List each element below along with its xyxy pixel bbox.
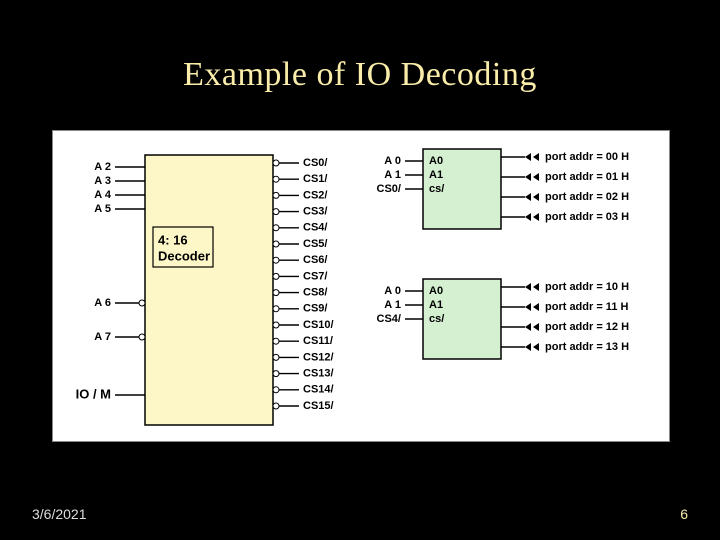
chip-upper-pins: A0 A1 cs/	[429, 155, 444, 195]
chip-input-label: CS4/	[377, 313, 401, 325]
chip-pin-label: cs/	[429, 183, 444, 195]
decoder-output-label: CS8/	[303, 287, 327, 299]
decoder-output-label: CS15/	[303, 400, 334, 412]
chip-pin-label: A0	[429, 155, 443, 167]
chip-lower-pins: A0 A1 cs/	[429, 285, 444, 325]
decoder-output-label: CS6/	[303, 254, 327, 266]
decoder-inputs-top: A 2 A 3 A 4 A 5	[94, 161, 145, 215]
chip-pin-label: A1	[429, 169, 443, 181]
chip-upper-ports: port addr = 00 H port addr = 01 H port add…	[501, 151, 629, 223]
label: A 6	[94, 297, 111, 309]
chip-lower-leftlabels: A 0 A 1 CS4/	[377, 285, 423, 325]
decoder-output-label: CS10/	[303, 319, 334, 331]
chip-input-label: A 0	[384, 285, 401, 297]
decoder-output-label: CS0/	[303, 157, 327, 169]
decoder-output-label: CS13/	[303, 368, 334, 380]
chip-lower-ports: port addr = 10 H port addr = 11 H port add…	[501, 281, 629, 353]
decoder-output-label: CS7/	[303, 270, 327, 282]
decoder-output-label: CS11/	[303, 335, 333, 347]
chip-input-label: A 0	[384, 155, 401, 167]
port-addr-label: port addr = 01 H	[545, 171, 629, 183]
label: IO / M	[76, 386, 111, 401]
port-addr-label: port addr = 00 H	[545, 151, 629, 163]
decoder-outer	[145, 155, 273, 425]
label: A 3	[94, 175, 111, 187]
slide-title: Example of IO Decoding	[0, 0, 720, 94]
decoder-inputs-enable: A 6 A 7	[94, 297, 145, 343]
label: A 2	[94, 161, 111, 173]
decoder-output-label: CS12/	[303, 351, 334, 363]
label: A 4	[94, 189, 112, 201]
schematic-figure: 4: 16 Decoder A 2 A 3 A 4 A 5 A 6 A 7 IO…	[52, 130, 670, 442]
chip-upper-leftlabels: A 0 A 1 CS0/	[377, 155, 423, 195]
chip-pin-label: A0	[429, 285, 443, 297]
label: A 7	[94, 331, 111, 343]
port-addr-label: port addr = 13 H	[545, 341, 629, 353]
port-addr-label: port addr = 10 H	[545, 281, 629, 293]
schematic-svg: 4: 16 Decoder A 2 A 3 A 4 A 5 A 6 A 7 IO…	[53, 131, 669, 441]
chip-pin-label: cs/	[429, 313, 444, 325]
label: A 5	[94, 203, 111, 215]
port-addr-label: port addr = 02 H	[545, 191, 629, 203]
decoder-output-label: CS5/	[303, 238, 327, 250]
port-addr-label: port addr = 12 H	[545, 321, 629, 333]
chip-input-label: A 1	[384, 299, 401, 311]
decoder-output-label: CS3/	[303, 206, 327, 218]
decoder-output-label: CS2/	[303, 189, 327, 201]
decoder-output-label: CS1/	[303, 173, 327, 185]
page-number: 6	[680, 506, 688, 522]
chip-pin-label: A1	[429, 299, 443, 311]
decoder-label-line1: 4: 16	[158, 232, 188, 247]
port-addr-label: port addr = 11 H	[545, 301, 628, 313]
footer-date: 3/6/2021	[32, 506, 87, 522]
decoder-output-label: CS4/	[303, 222, 327, 234]
decoder-output-label: CS9/	[303, 303, 327, 315]
port-addr-label: port addr = 03 H	[545, 211, 629, 223]
chip-input-label: A 1	[384, 169, 401, 181]
footer: 3/6/2021 6	[0, 506, 720, 522]
decoder-label-line2: Decoder	[158, 248, 210, 263]
chip-input-label: CS0/	[377, 183, 401, 195]
decoder-input-iom: IO / M	[76, 386, 145, 401]
decoder-outputs: CS0/CS1/CS2/CS3/CS4/CS5/CS6/CS7/CS8/CS9/…	[273, 157, 334, 412]
decoder-output-label: CS14/	[303, 384, 334, 396]
